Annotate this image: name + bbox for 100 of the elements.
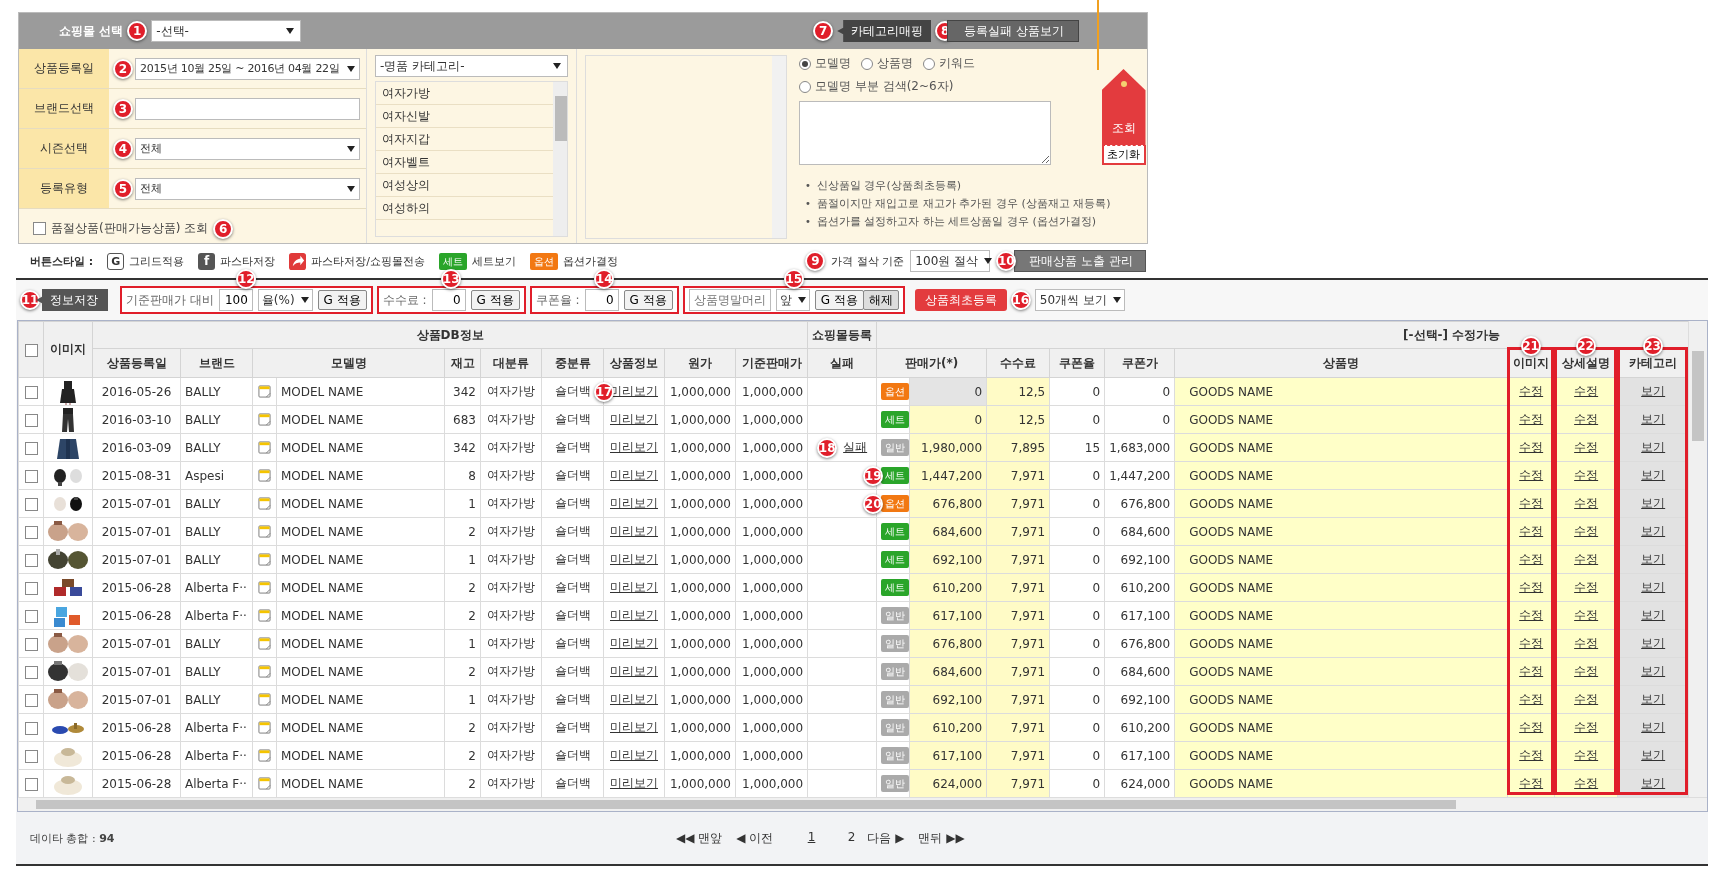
view-link[interactable]: 보기 [1641, 692, 1666, 706]
checkbox[interactable] [24, 497, 38, 511]
edit-link[interactable]: 수정 [1574, 524, 1599, 538]
next-page-link[interactable]: 다음 ▶ [867, 829, 905, 847]
checkbox[interactable] [24, 469, 38, 483]
scrollbar[interactable] [18, 797, 1707, 811]
checkbox[interactable] [24, 413, 38, 427]
checkbox[interactable] [24, 553, 38, 567]
apply-button[interactable]: G 적용 [623, 290, 673, 310]
register-button[interactable]: 상품최초등록 [914, 289, 1007, 311]
edit-link[interactable]: 수정 [1574, 776, 1599, 790]
exposure-manage-button[interactable]: 판매상품 노출 관리 [1014, 250, 1146, 272]
number-field[interactable]: 0 [431, 289, 466, 311]
search-text-area[interactable] [799, 101, 1051, 165]
edit-link[interactable]: 수정 [1574, 636, 1599, 650]
page-link[interactable]: 2 [821, 829, 860, 847]
edit-link[interactable]: 수정 [1574, 720, 1599, 734]
prefix-field[interactable]: 상품명말머리 [688, 289, 771, 311]
view-link[interactable]: 보기 [1641, 720, 1666, 734]
edit-link[interactable]: 수정 [1574, 412, 1599, 426]
previous-page-link[interactable]: ◀ 이전 [736, 829, 774, 847]
save-info-button[interactable]: 정보저장 [36, 289, 108, 311]
view-link[interactable]: 보기 [1641, 580, 1666, 594]
view-link[interactable]: 보기 [1641, 608, 1666, 622]
edit-link[interactable]: 수정 [1574, 664, 1599, 678]
page-link[interactable]: 1 [781, 829, 820, 847]
checkbox[interactable] [24, 749, 38, 763]
first-page-link[interactable]: ◀◀ 맨앞 [676, 829, 723, 847]
checkbox[interactable] [24, 441, 38, 455]
last-page-link[interactable]: 맨뒤 ▶▶ [918, 829, 965, 847]
dropdown[interactable]: 100원 절삭 [910, 250, 991, 272]
edit-link[interactable]: 수정 [1574, 468, 1599, 482]
bullet-icon: • [805, 177, 811, 195]
dropdown[interactable]: 50개씩 보기 [1034, 289, 1125, 311]
view-link[interactable]: 보기 [1641, 440, 1666, 454]
edit-link[interactable]: 수정 [1574, 496, 1599, 510]
view-link[interactable]: 보기 [1641, 748, 1666, 762]
dropdown[interactable]: -선택- [151, 20, 302, 42]
checkbox[interactable] [24, 385, 38, 399]
dropdown[interactable]: -명품 카테고리- [375, 55, 568, 77]
dropdown[interactable]: 율(%) [257, 289, 313, 311]
checkbox[interactable] [24, 777, 38, 791]
checkbox[interactable] [24, 581, 38, 595]
brand-input-field[interactable] [135, 97, 360, 120]
edit-link[interactable]: 수정 [1574, 440, 1599, 454]
view-link[interactable]: 보기 [1641, 776, 1666, 790]
header-button[interactable]: 카테고리매핑 [837, 20, 932, 42]
header-button[interactable]: 등록실패 상품보기 [947, 20, 1079, 42]
view-link[interactable]: 보기 [1641, 636, 1666, 650]
dropdown[interactable]: 2015년 10월 25일 ~ 2016년 04월 22일 [135, 57, 360, 80]
checkbox[interactable] [24, 609, 38, 623]
category-listbox[interactable]: 여자가방 여자신발 여자지갑 여자벨트 여성상의 여성하의 [375, 81, 568, 237]
checkbox[interactable] [24, 665, 38, 679]
apply-button[interactable]: G 적용 [317, 290, 367, 310]
edit-link[interactable]: 수정 [1574, 692, 1599, 706]
apply-button[interactable]: G 적용 [470, 290, 520, 310]
scrollbar[interactable] [772, 56, 786, 238]
view-link[interactable]: 보기 [1641, 552, 1666, 566]
radio-button[interactable] [861, 57, 873, 70]
scrollbar[interactable] [1688, 321, 1707, 797]
radio-option[interactable]: 키워드 [923, 55, 975, 72]
table-cell: 7,971 [986, 601, 1050, 630]
checkbox[interactable] [24, 525, 38, 539]
number-field[interactable]: 100 [218, 289, 253, 311]
clear-button[interactable]: 해제 [862, 290, 899, 310]
radio-button[interactable] [799, 57, 811, 70]
search-tag-button[interactable]: 조회 [1101, 69, 1146, 145]
checkbox[interactable] [24, 721, 38, 735]
checkbox[interactable] [33, 222, 46, 235]
view-link[interactable]: 보기 [1641, 664, 1666, 678]
fail-link[interactable]: 실패 [843, 439, 868, 456]
caret-icon [797, 297, 806, 303]
scrollbar[interactable] [553, 82, 567, 236]
edit-link[interactable]: 수정 [1574, 608, 1599, 622]
table-cell: 1,000,000 [664, 713, 736, 742]
reset-button[interactable]: 초기화 [1101, 145, 1146, 165]
dropdown[interactable]: 전체 [135, 177, 360, 200]
radio-option[interactable]: 모델명 [799, 55, 851, 72]
edit-link[interactable]: 수정 [1574, 580, 1599, 594]
dropdown[interactable]: 앞 [775, 289, 810, 311]
view-link[interactable]: 보기 [1641, 412, 1666, 426]
checkbox[interactable] [24, 693, 38, 707]
number-field[interactable]: 0 [584, 289, 619, 311]
edit-link[interactable]: 수정 [1574, 552, 1599, 566]
type-badge: 옵션 [881, 495, 910, 512]
apply-button[interactable]: G 적용 [814, 290, 864, 310]
dropdown[interactable]: 전체 [135, 137, 360, 160]
view-link[interactable]: 보기 [1641, 468, 1666, 482]
checkbox[interactable] [24, 343, 38, 357]
checkbox[interactable] [24, 637, 38, 651]
radio-option[interactable]: 모델명 부분 검색(2~6자) [799, 78, 954, 95]
radio-button[interactable] [799, 80, 811, 93]
view-link[interactable]: 보기 [1641, 384, 1666, 398]
table-cell: 1,000,000 [735, 405, 808, 434]
edit-link[interactable]: 수정 [1574, 384, 1599, 398]
radio-button[interactable] [923, 57, 935, 70]
view-link[interactable]: 보기 [1641, 496, 1666, 510]
edit-link[interactable]: 수정 [1574, 748, 1599, 762]
radio-option[interactable]: 상품명 [861, 55, 913, 72]
view-link[interactable]: 보기 [1641, 524, 1666, 538]
